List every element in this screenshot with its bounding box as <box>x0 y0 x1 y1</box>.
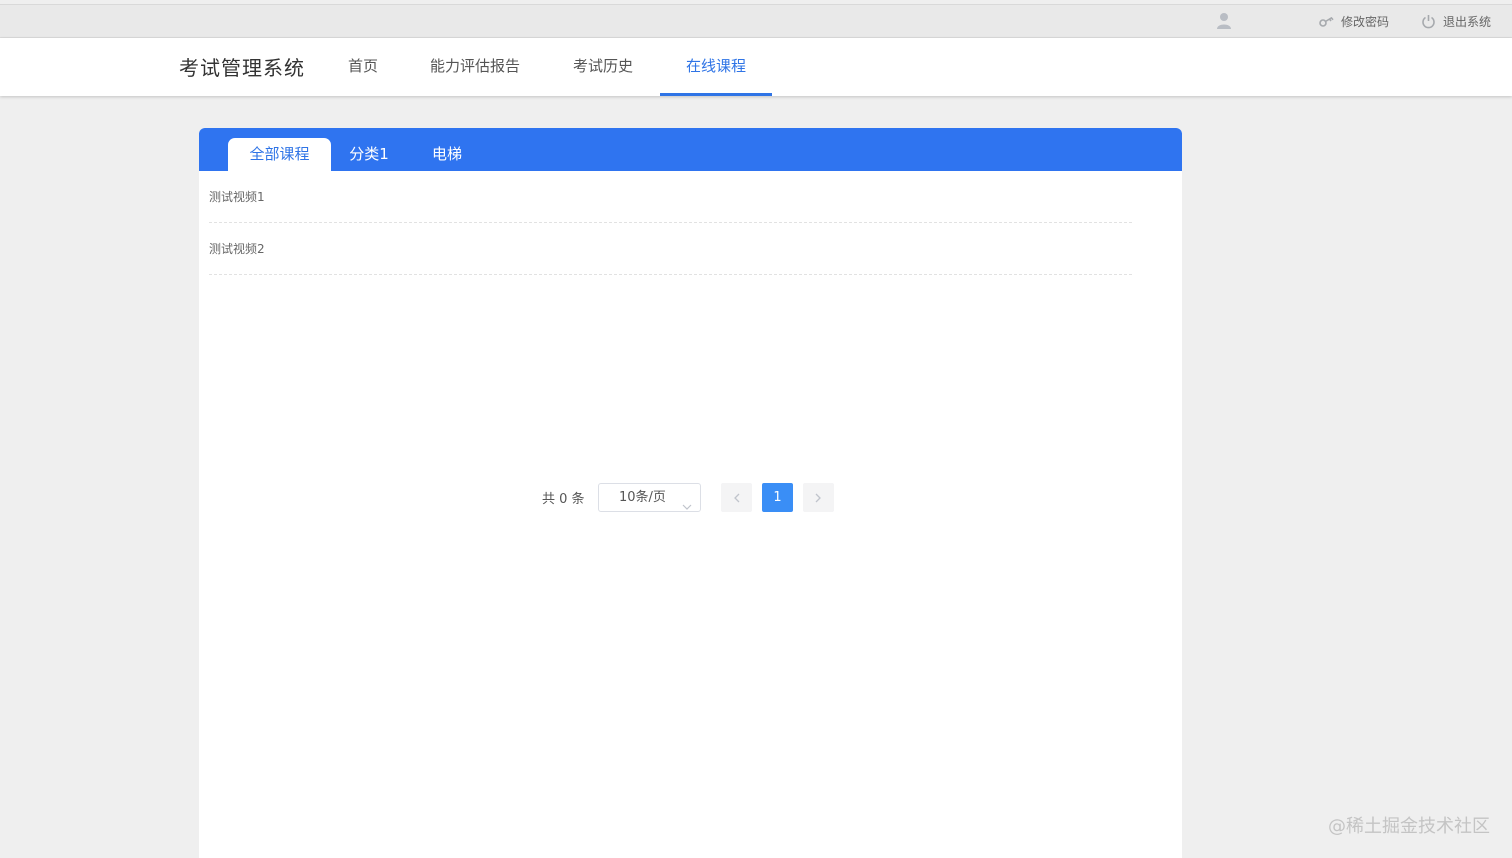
nav-home[interactable]: 首页 <box>340 38 386 96</box>
next-page-button[interactable] <box>803 483 834 512</box>
tab-all-courses[interactable]: 全部课程 <box>228 138 331 171</box>
course-list-item[interactable]: 测试视频1 <box>209 171 1132 223</box>
logout-label: 退出系统 <box>1443 15 1492 29</box>
course-list-item[interactable]: 测试视频2 <box>209 223 1132 275</box>
tab-category-1[interactable]: 分类1 <box>341 138 397 171</box>
tab-elevator[interactable]: 电梯 <box>421 138 473 171</box>
nav-exam-history[interactable]: 考试历史 <box>568 38 638 96</box>
pagination-total: 共 0 条 <box>542 492 585 507</box>
chevron-right-icon <box>815 488 822 507</box>
user-icon[interactable] <box>1216 12 1232 30</box>
category-tab-bar: 全部课程 分类1 电梯 <box>199 128 1182 171</box>
power-icon <box>1421 14 1436 29</box>
change-password-label: 修改密码 <box>1341 15 1390 29</box>
chevron-down-icon <box>682 494 692 521</box>
prev-page-button[interactable] <box>721 483 752 512</box>
page-size-select[interactable]: 10条/页 <box>598 483 701 512</box>
page-number-current[interactable]: 1 <box>762 483 793 512</box>
main-header: 考试管理系统 首页 能力评估报告 考试历史 在线课程 <box>0 38 1512 96</box>
top-utility-bar: 修改密码 退出系统 <box>0 4 1512 38</box>
chevron-left-icon <box>733 488 740 507</box>
nav-active-indicator <box>660 93 772 96</box>
change-password-link[interactable]: 修改密码 <box>1319 13 1389 30</box>
page-size-value: 10条/页 <box>619 490 666 505</box>
nav-ability-report[interactable]: 能力评估报告 <box>425 38 525 96</box>
logout-link[interactable]: 退出系统 <box>1421 13 1491 30</box>
nav-online-courses[interactable]: 在线课程 <box>680 38 752 96</box>
app-title: 考试管理系统 <box>179 56 305 80</box>
key-icon <box>1319 16 1334 28</box>
watermark-text: @稀土掘金技术社区 <box>1328 816 1490 837</box>
